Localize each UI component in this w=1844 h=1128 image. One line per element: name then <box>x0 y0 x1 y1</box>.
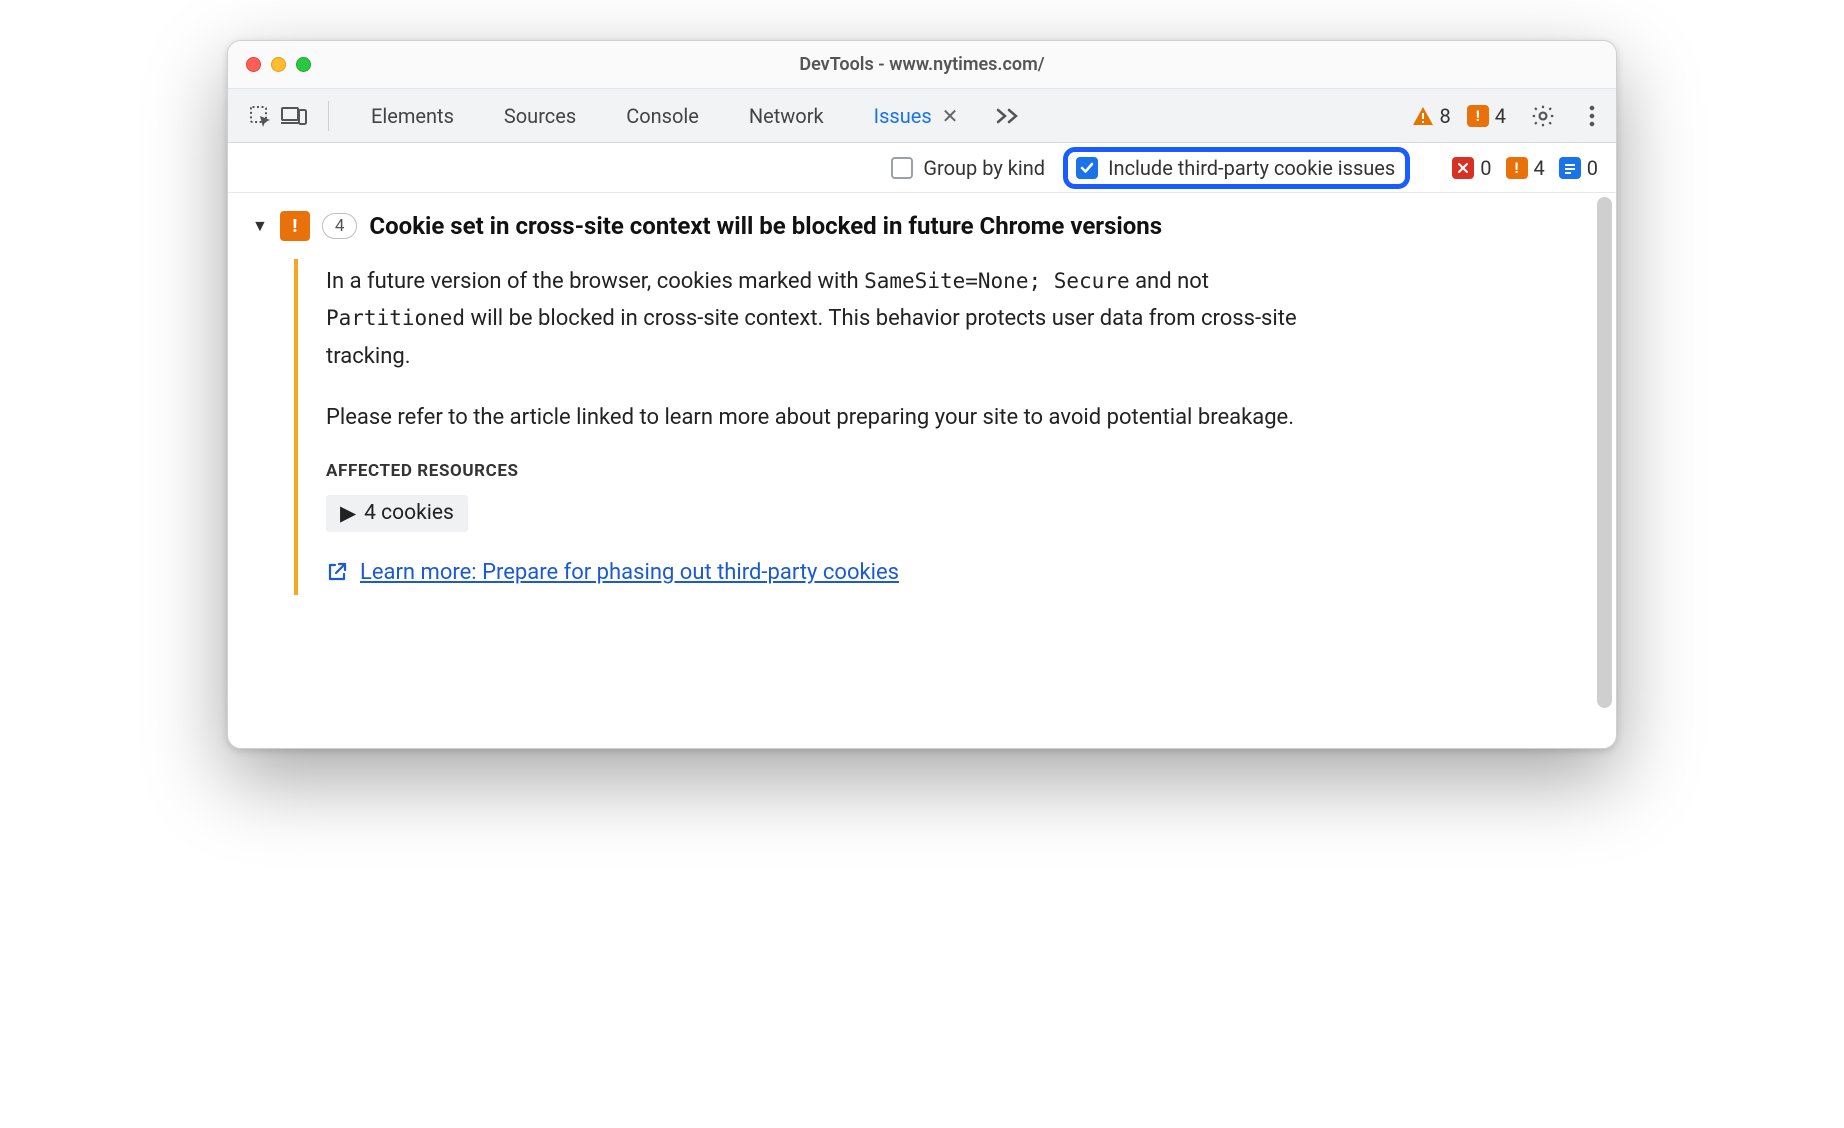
issue-header-row[interactable]: ▼ ! 4 Cookie set in cross-site context w… <box>252 211 1592 241</box>
issues-badge[interactable]: ! 4 <box>1467 104 1506 128</box>
affected-resources-heading: AFFECTED RESOURCES <box>326 461 1314 481</box>
console-warnings-badge[interactable]: 8 <box>1412 104 1451 128</box>
devtools-window: DevTools - www.nytimes.com/ Elements Sou… <box>227 40 1617 749</box>
count-value: 0 <box>1480 156 1491 180</box>
error-square-icon <box>1452 157 1474 179</box>
tab-issues[interactable]: Issues ✕ <box>852 89 981 143</box>
titlebar: DevTools - www.nytimes.com/ <box>228 41 1616 89</box>
expand-right-icon: ▶ <box>340 501 356 526</box>
issue-kind-counts: 0 ! 4 0 <box>1452 156 1598 180</box>
tab-label: Issues <box>874 104 932 128</box>
scrollbar-thumb[interactable] <box>1597 197 1612 708</box>
count-value: 0 <box>1587 156 1598 180</box>
expand-arrow-icon[interactable]: ▼ <box>252 216 268 236</box>
warnings-count: 8 <box>1440 104 1451 128</box>
issue-square-icon: ! <box>1467 105 1489 127</box>
more-tabs-icon[interactable] <box>986 107 1032 125</box>
tab-sources[interactable]: Sources <box>482 89 598 143</box>
include-third-party-highlight: Include third-party cookie issues <box>1063 147 1410 189</box>
warning-triangle-icon <box>1412 106 1434 126</box>
tabstrip-right: 8 ! 4 <box>1412 103 1605 129</box>
group-by-kind-checkbox[interactable]: Group by kind <box>891 156 1045 180</box>
external-link-icon <box>326 561 348 583</box>
divider <box>328 101 329 131</box>
checkbox-label: Group by kind <box>923 156 1045 180</box>
warning-count[interactable]: ! 4 <box>1506 156 1545 180</box>
inspect-element-icon[interactable] <box>246 102 274 130</box>
learn-more-row: Learn more: Prepare for phasing out thir… <box>326 560 1314 585</box>
issue-kind-badge-icon: ! <box>280 211 310 241</box>
issues-panel-content: ▼ ! 4 Cookie set in cross-site context w… <box>228 193 1616 748</box>
include-third-party-checkbox[interactable]: Include third-party cookie issues <box>1076 156 1395 180</box>
code-literal: SameSite=None; Secure <box>864 269 1130 293</box>
more-options-icon[interactable] <box>1580 104 1604 128</box>
tab-elements[interactable]: Elements <box>349 89 476 143</box>
info-square-icon <box>1559 157 1581 179</box>
issue-title: Cookie set in cross-site context will be… <box>369 212 1162 240</box>
device-toolbar-icon[interactable] <box>280 102 308 130</box>
tab-console[interactable]: Console <box>604 89 721 143</box>
issue-body: In a future version of the browser, cook… <box>294 259 1314 595</box>
tab-label: Console <box>626 104 699 128</box>
close-tab-icon[interactable]: ✕ <box>942 104 959 128</box>
checkbox-unchecked-icon <box>891 157 913 179</box>
issues-filter-bar: Group by kind Include third-party cookie… <box>228 143 1616 193</box>
settings-gear-icon[interactable] <box>1522 103 1564 129</box>
checkbox-checked-icon <box>1076 157 1098 179</box>
devtools-tabstrip: Elements Sources Console Network Issues … <box>228 89 1616 143</box>
affected-cookies-toggle[interactable]: ▶ 4 cookies <box>326 495 468 532</box>
warning-square-icon: ! <box>1506 157 1528 179</box>
window-title: DevTools - www.nytimes.com/ <box>228 54 1616 75</box>
tab-label: Elements <box>371 104 454 128</box>
issue-description-2: Please refer to the article linked to le… <box>326 399 1314 436</box>
issues-count: 4 <box>1495 104 1506 128</box>
info-count[interactable]: 0 <box>1559 156 1598 180</box>
tab-network[interactable]: Network <box>727 89 846 143</box>
cookies-label: 4 cookies <box>364 501 454 525</box>
count-value: 4 <box>1534 156 1545 180</box>
error-count[interactable]: 0 <box>1452 156 1491 180</box>
tab-label: Sources <box>504 104 576 128</box>
tab-label: Network <box>749 104 824 128</box>
code-literal: Partitioned <box>326 306 465 330</box>
checkbox-label: Include third-party cookie issues <box>1108 156 1395 180</box>
learn-more-link[interactable]: Learn more: Prepare for phasing out thir… <box>360 560 899 585</box>
issue-instance-count: 4 <box>322 213 358 239</box>
issue-description-1: In a future version of the browser, cook… <box>326 263 1314 375</box>
